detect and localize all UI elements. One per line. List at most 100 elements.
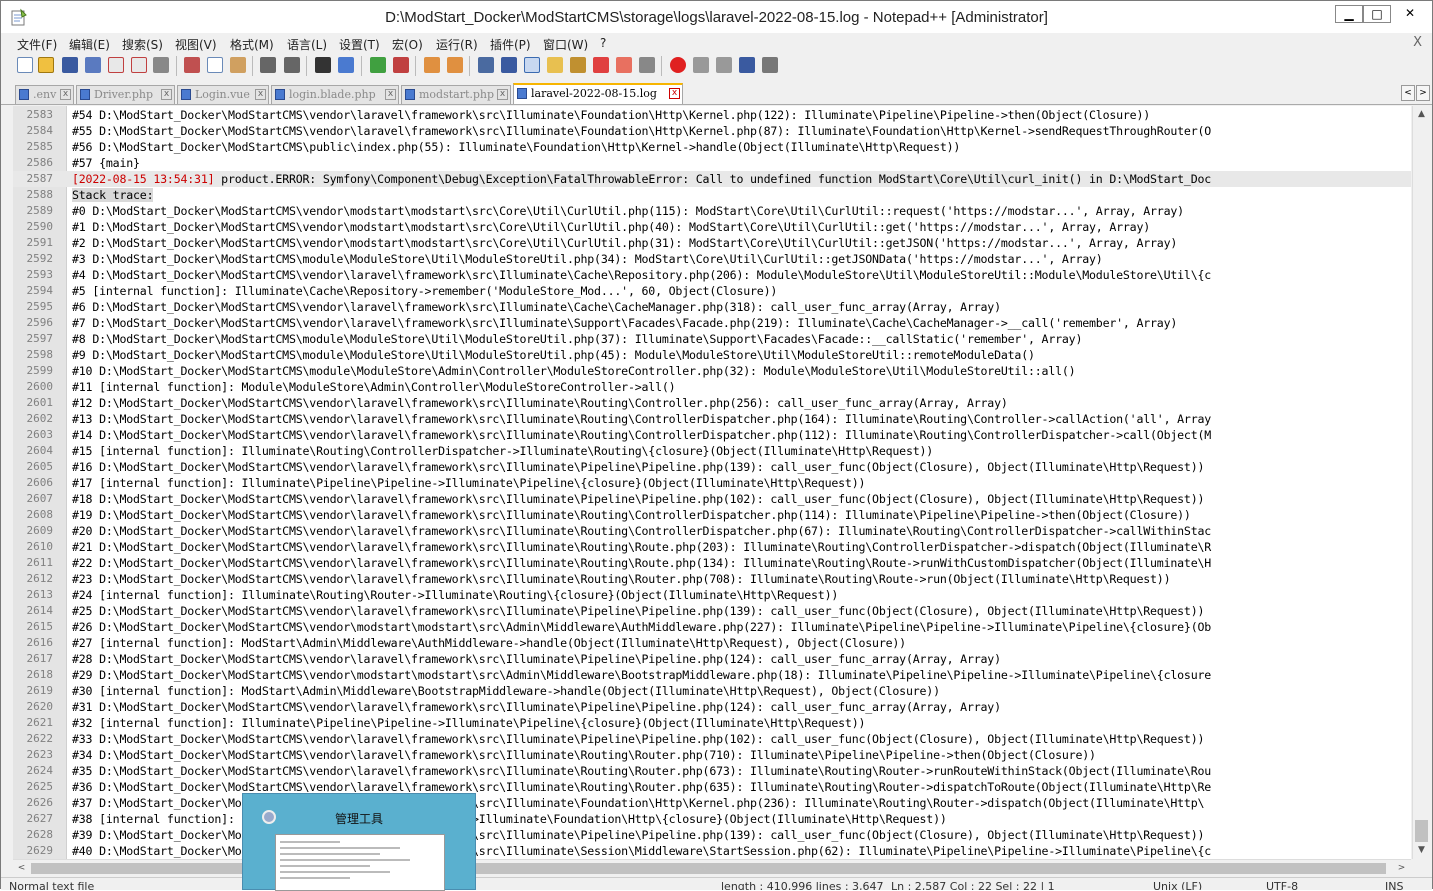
cut-icon[interactable] <box>184 57 200 73</box>
sync-vertical-icon[interactable] <box>424 57 440 73</box>
editor-line[interactable]: 2584 #55 D:\ModStart_Docker\ModStartCMS\v… <box>13 123 1411 139</box>
close-document-button[interactable]: X <box>1413 35 1422 50</box>
editor-line[interactable]: 2612 #23 D:\ModStart_Docker\ModStartCMS\v… <box>13 571 1411 587</box>
editor-line[interactable]: 2628 #39 D:\ModStart_Docker\ModStartCMS\v… <box>13 827 1411 843</box>
menu-search[interactable]: 搜索(S) <box>122 36 163 53</box>
editor-line[interactable]: 2625 #36 D:\ModStart_Docker\ModStartCMS\v… <box>13 779 1411 795</box>
open-file-icon[interactable] <box>38 57 54 73</box>
monitoring-icon[interactable] <box>639 57 655 73</box>
horizontal-scroll-thumb[interactable] <box>31 863 1386 874</box>
editor-line[interactable]: 2598 #9 D:\ModStart_Docker\ModStartCMS\mo… <box>13 347 1411 363</box>
editor-line[interactable]: 2627 #38 [internal function]: Illuminate\… <box>13 811 1411 827</box>
menu-settings[interactable]: 设置(T) <box>339 36 380 53</box>
maximize-button[interactable]: □ <box>1363 5 1391 23</box>
scroll-down-button[interactable]: ▼ <box>1413 842 1430 859</box>
editor-line[interactable]: 2626 #37 D:\ModStart_Docker\ModStartCMS\v… <box>13 795 1411 811</box>
tab-laravel-log[interactable]: laravel-2022-08-15.log x <box>513 83 683 104</box>
paste-icon[interactable] <box>230 57 246 73</box>
editor-line[interactable]: 2591 #2 D:\ModStart_Docker\ModStartCMS\ve… <box>13 235 1411 251</box>
editor-line[interactable]: 2629 #40 D:\ModStart_Docker\ModStartCMS\v… <box>13 843 1411 859</box>
scroll-left-button[interactable]: < <box>13 860 30 877</box>
editor-line[interactable]: 2592 #3 D:\ModStart_Docker\ModStartCMS\mo… <box>13 251 1411 267</box>
menu-run[interactable]: 运行(R) <box>436 36 478 53</box>
editor-line[interactable]: 2585 #56 D:\ModStart_Docker\ModStartCMS\p… <box>13 139 1411 155</box>
editor-line[interactable]: 2623 #34 D:\ModStart_Docker\ModStartCMS\v… <box>13 747 1411 763</box>
editor-line[interactable]: 2614 #25 D:\ModStart_Docker\ModStartCMS\v… <box>13 603 1411 619</box>
editor-line[interactable]: 2621 #32 [internal function]: Illuminate\… <box>13 715 1411 731</box>
folder-workspace-icon[interactable] <box>616 57 632 73</box>
tab-close-icon[interactable]: x <box>669 88 680 99</box>
editor-line[interactable]: 2608 #19 D:\ModStart_Docker\ModStartCMS\v… <box>13 507 1411 523</box>
tab-scroll-right-button[interactable]: > <box>1416 85 1430 101</box>
tab-driver-php[interactable]: Driver.php x <box>76 85 175 104</box>
horizontal-scrollbar[interactable]: < > <box>13 859 1411 876</box>
editor-line[interactable]: 2601 #12 D:\ModStart_Docker\ModStartCMS\v… <box>13 395 1411 411</box>
run-macro-multiple-icon[interactable] <box>739 57 755 73</box>
scroll-right-button[interactable]: > <box>1393 860 1410 877</box>
editor-line[interactable]: 2589 #0 D:\ModStart_Docker\ModStartCMS\ve… <box>13 203 1411 219</box>
record-macro-icon[interactable] <box>670 57 686 73</box>
menu-language[interactable]: 语言(L) <box>287 36 327 53</box>
window-thumbnail[interactable] <box>275 834 445 891</box>
play-macro-icon[interactable] <box>716 57 732 73</box>
editor-line[interactable]: 2619 #30 [internal function]: ModStart\Ad… <box>13 683 1411 699</box>
editor-line[interactable]: 2610 #21 D:\ModStart_Docker\ModStartCMS\v… <box>13 539 1411 555</box>
editor-line[interactable]: 2596 #7 D:\ModStart_Docker\ModStartCMS\ve… <box>13 315 1411 331</box>
save-icon[interactable] <box>62 57 78 73</box>
menu-macro[interactable]: 宏(O) <box>392 36 423 53</box>
word-wrap-icon[interactable] <box>478 57 494 73</box>
redo-icon[interactable] <box>284 57 300 73</box>
save-macro-icon[interactable] <box>762 57 778 73</box>
editor-line[interactable]: 2597 #8 D:\ModStart_Docker\ModStartCMS\mo… <box>13 331 1411 347</box>
vertical-scrollbar[interactable]: ▲ ▼ <box>1412 106 1430 859</box>
new-file-icon[interactable] <box>17 57 33 73</box>
editor-line[interactable]: 2593 #4 D:\ModStart_Docker\ModStartCMS\ve… <box>13 267 1411 283</box>
editor-line[interactable]: 2615 #26 D:\ModStart_Docker\ModStartCMS\v… <box>13 619 1411 635</box>
editor-line[interactable]: 2583 #54 D:\ModStart_Docker\ModStartCMS\v… <box>13 107 1411 123</box>
editor-line[interactable]: 2616 #27 [internal function]: ModStart\Ad… <box>13 635 1411 651</box>
editor-area[interactable]: 2583 #54 D:\ModStart_Docker\ModStartCMS\v… <box>13 106 1411 859</box>
editor-line[interactable]: 2624 #35 D:\ModStart_Docker\ModStartCMS\v… <box>13 763 1411 779</box>
editor-line[interactable]: 2620 #31 D:\ModStart_Docker\ModStartCMS\v… <box>13 699 1411 715</box>
menu-plugins[interactable]: 插件(P) <box>490 36 531 53</box>
menu-help[interactable]: ? <box>600 36 606 50</box>
editor-line[interactable]: 2622 #33 D:\ModStart_Docker\ModStartCMS\v… <box>13 731 1411 747</box>
editor-line[interactable]: 2604 #15 [internal function]: Illuminate\… <box>13 443 1411 459</box>
zoom-out-icon[interactable] <box>393 57 409 73</box>
editor-line[interactable]: 2599 #10 D:\ModStart_Docker\ModStartCMS\m… <box>13 363 1411 379</box>
scroll-up-button[interactable]: ▲ <box>1413 106 1430 123</box>
editor-line[interactable]: 2588 Stack trace: <box>13 187 1411 203</box>
title-bar[interactable]: D:\ModStart_Docker\ModStartCMS\storage\l… <box>1 1 1432 33</box>
function-list-icon[interactable] <box>593 57 609 73</box>
zoom-in-icon[interactable] <box>370 57 386 73</box>
show-all-chars-icon[interactable] <box>501 57 517 73</box>
indent-guide-icon[interactable] <box>524 57 540 73</box>
tab-modstart-php[interactable]: modstart.php x <box>401 85 511 104</box>
tab-close-icon[interactable]: x <box>161 89 172 100</box>
menu-file[interactable]: 文件(F) <box>17 36 57 53</box>
editor-line[interactable]: 2611 #22 D:\ModStart_Docker\ModStartCMS\v… <box>13 555 1411 571</box>
tab-scroll-left-button[interactable]: < <box>1401 85 1415 101</box>
vertical-scroll-thumb[interactable] <box>1415 820 1428 842</box>
menu-window[interactable]: 窗口(W) <box>543 36 588 53</box>
menu-format[interactable]: 格式(M) <box>230 36 274 53</box>
tab-close-icon[interactable]: x <box>255 89 266 100</box>
editor-line[interactable]: 2594 #5 [internal function]: Illuminate\C… <box>13 283 1411 299</box>
editor-line[interactable]: 2617 #28 D:\ModStart_Docker\ModStartCMS\v… <box>13 651 1411 667</box>
editor-line[interactable]: 2586 #57 {main} <box>13 155 1411 171</box>
tab-close-icon[interactable]: x <box>497 89 508 100</box>
tab-env[interactable]: .env x <box>15 85 74 104</box>
editor-line[interactable]: 2606 #17 [internal function]: Illuminate\… <box>13 475 1411 491</box>
editor-line[interactable]: 2595 #6 D:\ModStart_Docker\ModStartCMS\ve… <box>13 299 1411 315</box>
editor-line[interactable]: 2587 [2022-08-15 13:54:31] product.ERROR:… <box>13 171 1411 187</box>
udl-icon[interactable] <box>547 57 563 73</box>
sync-horizontal-icon[interactable] <box>447 57 463 73</box>
close-file-icon[interactable] <box>108 57 124 73</box>
editor-line[interactable]: 2603 #14 D:\ModStart_Docker\ModStartCMS\v… <box>13 427 1411 443</box>
doc-map-icon[interactable] <box>570 57 586 73</box>
tab-login-blade-php[interactable]: login.blade.php x <box>271 85 399 104</box>
editor-line[interactable]: 2609 #20 D:\ModStart_Docker\ModStartCMS\v… <box>13 523 1411 539</box>
undo-icon[interactable] <box>260 57 276 73</box>
stop-macro-icon[interactable] <box>693 57 709 73</box>
menu-view[interactable]: 视图(V) <box>175 36 217 53</box>
